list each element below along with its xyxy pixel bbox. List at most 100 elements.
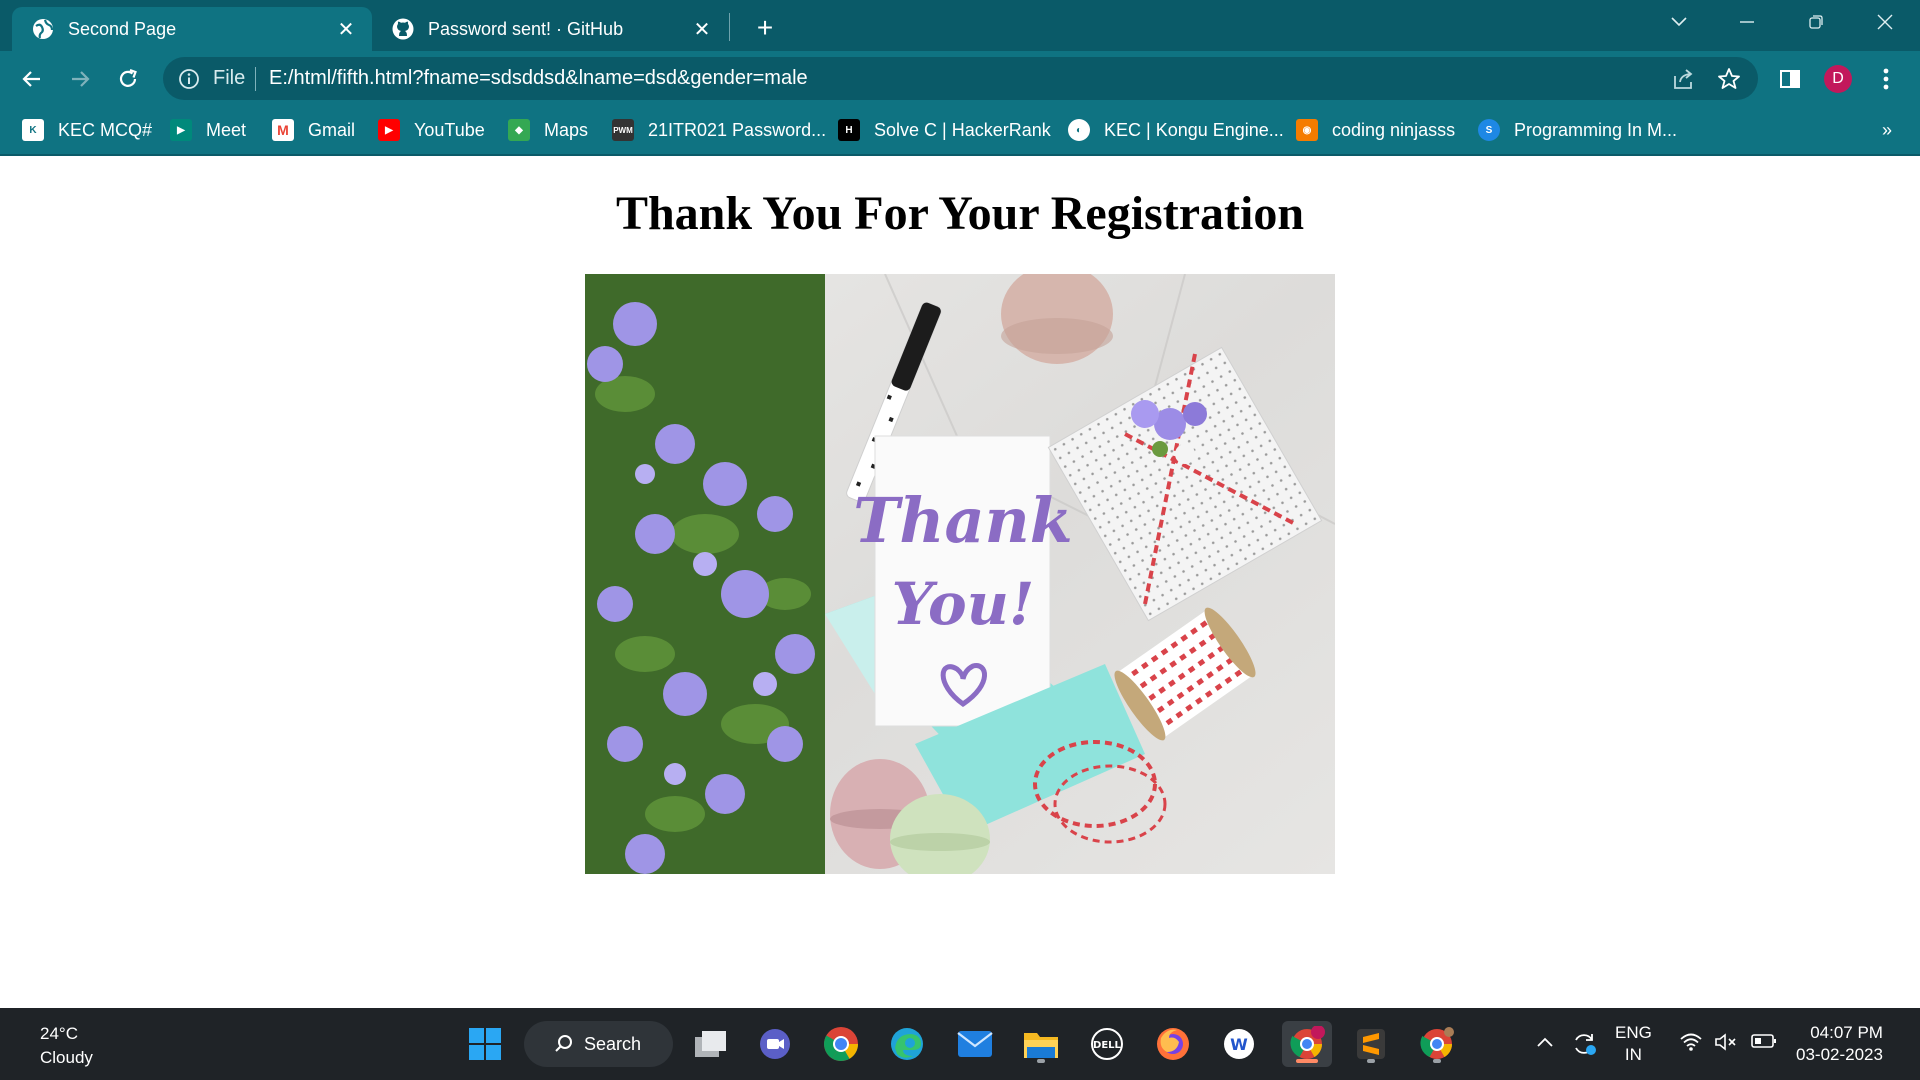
sublime-text-icon[interactable] [1348, 1021, 1394, 1067]
bookmark-label: YouTube [414, 119, 485, 140]
active-indicator [1296, 1059, 1318, 1063]
battery-icon[interactable] [1751, 1033, 1777, 1055]
running-indicator [1433, 1059, 1441, 1063]
bookmark-maps[interactable]: ◆ Maps [508, 115, 588, 145]
taskbar-search-button[interactable]: Search [524, 1021, 673, 1067]
tab-github[interactable]: Password sent! · GitHub ✕ [372, 7, 728, 51]
weather-widget[interactable]: 24°C Cloudy [40, 1022, 93, 1070]
dell-icon[interactable]: DELL [1084, 1021, 1130, 1067]
bookmark-kec-kongu[interactable]: ◐ KEC | Kongu Engine... [1068, 115, 1284, 145]
reload-icon[interactable] [110, 61, 146, 97]
gmail-icon: M [272, 119, 294, 141]
tab-separator [729, 13, 730, 41]
meet-icon: ▶ [170, 119, 192, 141]
card-text-thank: Thank [853, 484, 1072, 557]
bookmark-kec-mcq[interactable]: K KEC MCQ# [22, 115, 152, 145]
bookmark-label: Programming In M... [1514, 119, 1678, 140]
language-indicator[interactable]: ENG IN [1615, 1022, 1652, 1066]
page-content: Thank You For Your Registration Thank Yo… [0, 156, 1920, 1008]
address-bar[interactable]: File E:/html/fifth.html?fname=sdsddsd&ln… [163, 57, 1758, 100]
new-tab-button[interactable]: + [748, 11, 782, 45]
chrome-profile-icon[interactable] [1282, 1021, 1332, 1067]
bookmark-password-manager[interactable]: PWM 21ITR021 Password... [612, 115, 826, 145]
browser-chrome: Second Page ✕ Password sent! · GitHub ✕ … [0, 0, 1920, 156]
minimize-icon[interactable] [1724, 4, 1770, 40]
task-view-icon[interactable] [688, 1021, 734, 1067]
wifi-icon[interactable] [1680, 1032, 1702, 1058]
bookmark-label: KEC | Kongu Engine... [1104, 119, 1284, 140]
tab-second-page[interactable]: Second Page ✕ [12, 7, 372, 51]
scheme-label: File [213, 67, 246, 89]
tab-title: Second Page [68, 18, 177, 39]
running-indicator [1367, 1059, 1375, 1063]
close-window-icon[interactable] [1862, 4, 1908, 40]
app-w-icon[interactable]: W [1216, 1021, 1262, 1067]
bookmarks-bar: K KEC MCQ# ▶ Meet M Gmail ▶ YouTube ◆ Ma… [0, 106, 1920, 154]
search-label: Search [584, 1033, 642, 1054]
firefox-icon[interactable] [1150, 1021, 1196, 1067]
avatar: D [1824, 65, 1852, 93]
clock-time: 04:07 PM [1810, 1023, 1883, 1042]
bookmark-label: coding ninjasss [1332, 119, 1456, 140]
search-icon [554, 1034, 574, 1054]
side-panel-icon[interactable] [1772, 61, 1808, 97]
mail-icon[interactable] [952, 1021, 998, 1067]
bookmark-youtube[interactable]: ▶ YouTube [378, 115, 485, 145]
weather-temp: 24°C [40, 1024, 78, 1043]
show-hidden-icons-chevron-icon[interactable] [1536, 1032, 1554, 1054]
maps-icon: ◆ [508, 119, 530, 141]
chrome-icon[interactable] [818, 1021, 864, 1067]
page-title: Thank You For Your Registration [615, 187, 1305, 240]
bookmark-meet[interactable]: ▶ Meet [170, 115, 246, 145]
globe-icon: ◐ [1068, 119, 1090, 141]
language-bottom: IN [1624, 1045, 1642, 1064]
browser-toolbar: File E:/html/fifth.html?fname=sdsddsd&ln… [0, 51, 1920, 106]
bookmark-programming[interactable]: S Programming In M... [1478, 115, 1677, 145]
more-bookmarks-button[interactable]: » [1882, 120, 1892, 141]
bookmark-label: Solve C | HackerRank [874, 119, 1051, 140]
start-icon[interactable] [462, 1021, 508, 1067]
bookmark-label: Maps [544, 119, 589, 140]
language-top: ENG [1615, 1023, 1652, 1042]
svg-text:W: W [1230, 1035, 1248, 1054]
clock-date: 03-02-2023 [1796, 1045, 1883, 1064]
kec-icon: K [22, 119, 44, 141]
restore-icon[interactable] [1793, 4, 1839, 40]
edge-icon[interactable] [884, 1021, 930, 1067]
menu-dots-icon[interactable] [1868, 61, 1904, 97]
volume-muted-icon[interactable] [1714, 1032, 1738, 1058]
bookmark-label: 21ITR021 Password... [648, 119, 827, 140]
teams-chat-icon[interactable] [752, 1021, 798, 1067]
youtube-icon: ▶ [378, 119, 400, 141]
weather-desc: Cloudy [40, 1048, 93, 1067]
tab-title: Password sent! · GitHub [428, 18, 624, 39]
bookmark-gmail[interactable]: M Gmail [272, 115, 355, 145]
globe-icon [32, 18, 54, 40]
bookmark-label: KEC MCQ# [58, 119, 153, 140]
windows-taskbar: 24°C Cloudy Search DELL W ENG IN 04:07 P… [0, 1008, 1920, 1080]
file-explorer-icon[interactable] [1018, 1021, 1064, 1067]
bookmark-hackerrank[interactable]: H Solve C | HackerRank [838, 115, 1051, 145]
clock[interactable]: 04:07 PM 03-02-2023 [1796, 1022, 1883, 1066]
sync-icon[interactable] [1570, 1030, 1598, 1064]
url-text[interactable]: E:/html/fifth.html?fname=sdsddsd&lname=d… [269, 67, 808, 90]
pwm-icon: PWM [612, 119, 634, 141]
thank-you-image: Thank You! [585, 274, 1335, 874]
programming-icon: S [1478, 119, 1500, 141]
forward-arrow-icon[interactable] [62, 61, 98, 97]
codingninjas-icon: ◉ [1296, 119, 1318, 141]
omnibox-divider [255, 67, 256, 91]
close-icon[interactable]: ✕ [332, 15, 360, 43]
card-text-you: You! [892, 570, 1035, 638]
chrome-canary-icon[interactable] [1414, 1021, 1460, 1067]
info-icon[interactable] [177, 67, 201, 91]
back-arrow-icon[interactable] [14, 61, 50, 97]
close-icon[interactable]: ✕ [688, 15, 716, 43]
github-icon [392, 18, 414, 40]
svg-text:DELL: DELL [1093, 1040, 1122, 1051]
profile-avatar[interactable]: D [1820, 61, 1856, 97]
share-icon[interactable] [1671, 66, 1697, 92]
tab-search-chevron-icon[interactable] [1656, 4, 1702, 40]
star-icon[interactable] [1716, 66, 1742, 92]
bookmark-coding-ninjas[interactable]: ◉ coding ninjasss [1296, 115, 1455, 145]
